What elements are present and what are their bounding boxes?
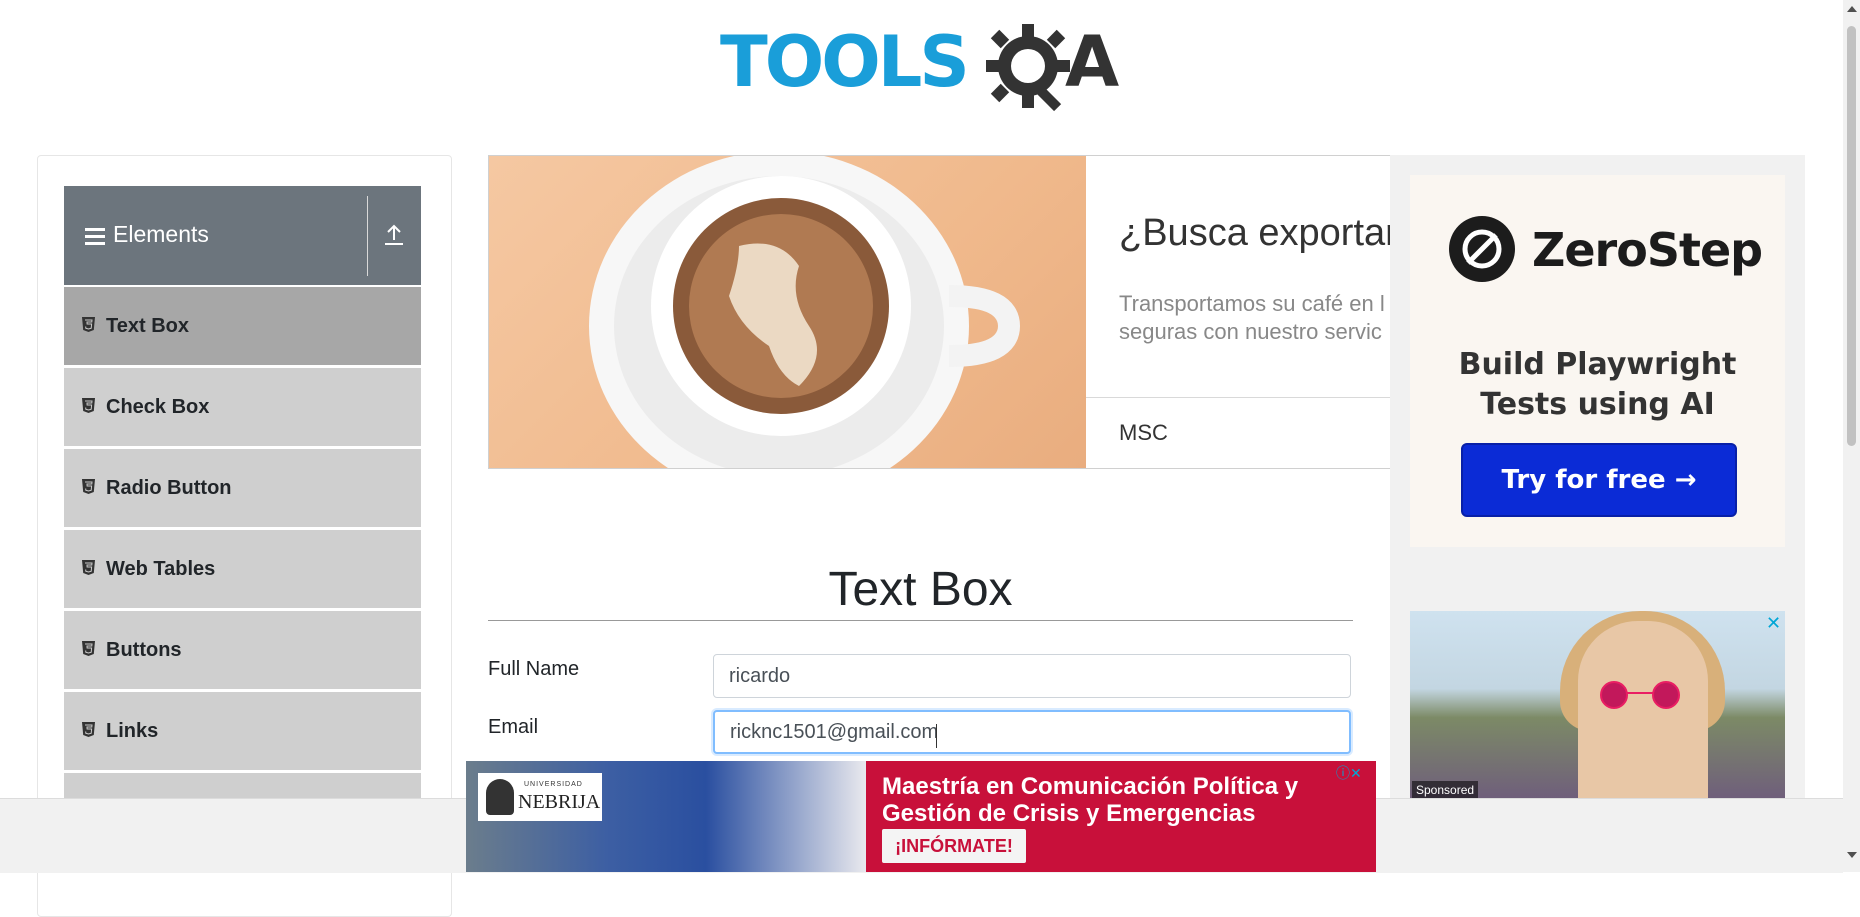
header-divider bbox=[367, 196, 368, 276]
sidebar-item-label: Check Box bbox=[106, 396, 210, 418]
toolsqa-logo[interactable]: TOOLS A bbox=[720, 18, 1126, 118]
sidebar-item-label: Buttons bbox=[106, 639, 182, 661]
ad-woman-photo[interactable] bbox=[1410, 611, 1785, 805]
ad-headline: ¿Busca exportar bbox=[1119, 212, 1394, 254]
html5-icon bbox=[82, 560, 95, 575]
sidebar-item-text-box[interactable]: Text Box bbox=[64, 286, 421, 365]
ad-brand: MSC bbox=[1119, 420, 1168, 445]
sidebar-item-links[interactable]: Links bbox=[64, 691, 421, 770]
sidebar-item-label: Web Tables bbox=[106, 558, 216, 580]
sidebar-item-label: Radio Button bbox=[106, 477, 232, 499]
adchoices-icon[interactable]: ⓘ✕ bbox=[1336, 763, 1362, 783]
page-scrollbar[interactable] bbox=[1843, 0, 1860, 872]
zerostep-ad-panel[interactable]: ZeroStep Build Playwright Tests using AI… bbox=[1410, 175, 1785, 547]
tagline-line: Build Playwright bbox=[1458, 347, 1737, 382]
html5-icon bbox=[82, 398, 95, 413]
logo-accent: A bbox=[1065, 21, 1120, 103]
email-input[interactable] bbox=[713, 710, 1351, 754]
html5-icon bbox=[82, 722, 95, 737]
scroll-up-icon[interactable] bbox=[1847, 6, 1857, 12]
top-ad-banner[interactable]: ¿Busca exportar Transportamos su café en… bbox=[488, 155, 1394, 469]
elements-menu-list: Text Box Check Box Radio Button Web Tabl… bbox=[64, 286, 421, 853]
sidebar-item-radio-button[interactable]: Radio Button bbox=[64, 448, 421, 527]
page-title: Text Box bbox=[828, 563, 1013, 617]
group-title: Elements bbox=[113, 221, 209, 247]
nebrija-portrait bbox=[486, 779, 514, 815]
ad-description-line: seguras con nuestro servic bbox=[1119, 319, 1382, 344]
photo-face bbox=[1578, 621, 1708, 805]
text-caret bbox=[936, 724, 937, 748]
coffee-cup-image bbox=[489, 156, 1086, 468]
sponsored-label: Sponsored bbox=[1412, 781, 1479, 799]
title-divider bbox=[488, 620, 1353, 621]
nebrija-universidad: UNIVERSIDAD bbox=[524, 781, 583, 788]
bottom-ad-headline: Maestría en Comunicación Política y Gest… bbox=[882, 773, 1299, 827]
ad-close-icon[interactable]: ✕ bbox=[1766, 613, 1781, 634]
sunglasses-shape bbox=[1600, 681, 1680, 709]
ad-description: Transportamos su café en l seguras con n… bbox=[1119, 290, 1385, 346]
sidebar-item-label: Links bbox=[106, 720, 159, 742]
ad-description-line: Transportamos su café en l bbox=[1119, 291, 1385, 316]
nebrija-logo: UNIVERSIDAD NEBRIJA bbox=[478, 773, 602, 821]
sidebar-item-buttons[interactable]: Buttons bbox=[64, 610, 421, 689]
full-name-input[interactable] bbox=[713, 654, 1351, 698]
zerostep-tagline: Build Playwright Tests using AI bbox=[1410, 345, 1785, 425]
hamburger-icon bbox=[85, 228, 105, 246]
elements-group-header[interactable]: Elements bbox=[64, 186, 421, 285]
html5-icon bbox=[82, 641, 95, 656]
logo-text: TOOLS bbox=[720, 21, 970, 103]
sidebar-item-web-tables[interactable]: Web Tables bbox=[64, 529, 421, 608]
scroll-down-icon[interactable] bbox=[1847, 852, 1857, 858]
collapse-upload-icon[interactable] bbox=[382, 222, 406, 248]
nebrija-name: NEBRIJA bbox=[518, 791, 601, 813]
coffee-cup-illustration bbox=[589, 156, 1021, 468]
email-label: Email bbox=[488, 716, 539, 738]
sidebar-item-check-box[interactable]: Check Box bbox=[64, 367, 421, 446]
right-ad[interactable]: ZeroStep Build Playwright Tests using AI… bbox=[1390, 155, 1805, 805]
full-name-label: Full Name bbox=[488, 658, 580, 680]
zerostep-logo-icon bbox=[1449, 216, 1515, 282]
try-for-free-button[interactable]: Try for free → bbox=[1461, 443, 1737, 517]
sidebar-item-label: Text Box bbox=[106, 315, 189, 337]
html5-icon bbox=[82, 317, 95, 332]
zerostep-brand: ZeroStep bbox=[1532, 223, 1763, 277]
tagline-line: Tests using AI bbox=[1480, 387, 1715, 422]
ad-divider bbox=[1086, 397, 1393, 398]
scroll-thumb[interactable] bbox=[1847, 26, 1856, 446]
bottom-ad-banner[interactable]: UNIVERSIDAD NEBRIJA Maestría en Comunica… bbox=[466, 761, 1376, 872]
informate-button[interactable]: ¡INFÓRMATE! bbox=[882, 829, 1026, 863]
html5-icon bbox=[82, 479, 95, 494]
